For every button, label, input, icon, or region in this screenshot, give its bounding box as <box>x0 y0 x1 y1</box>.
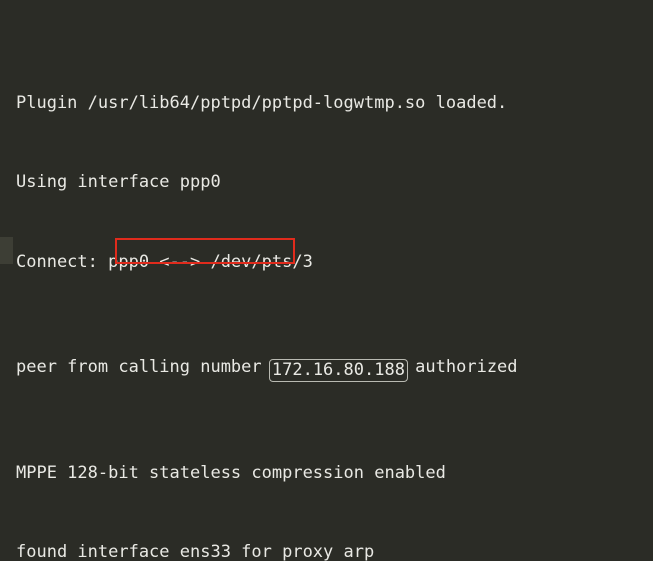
terminal-window: Plugin /usr/lib64/pptpd/pptpd-logwtmp.so… <box>0 0 653 561</box>
log-line: Connect: ppp0 <--> /dev/pts/3 <box>16 251 313 272</box>
left-edge-selection-highlight <box>0 237 13 264</box>
peer-line-suffix: authorized <box>404 357 518 378</box>
log-line: Plugin /usr/lib64/pptpd/pptpd-logwtmp.so… <box>16 93 508 114</box>
log-line: found interface ens33 for proxy arp <box>16 542 375 561</box>
log-line: MPPE 128-bit stateless compression enabl… <box>16 462 446 483</box>
peer-line-prefix: peer from calling number <box>16 357 272 378</box>
highlighted-client-ip-box: 172.16.80.188 <box>268 359 408 383</box>
log-line-peer-authorized: peer from calling number 172.16.80.188 a… <box>16 354 651 383</box>
log-line: Using interface ppp0 <box>16 172 221 193</box>
terminal-log-output: Plugin /usr/lib64/pptpd/pptpd-logwtmp.so… <box>16 11 651 561</box>
